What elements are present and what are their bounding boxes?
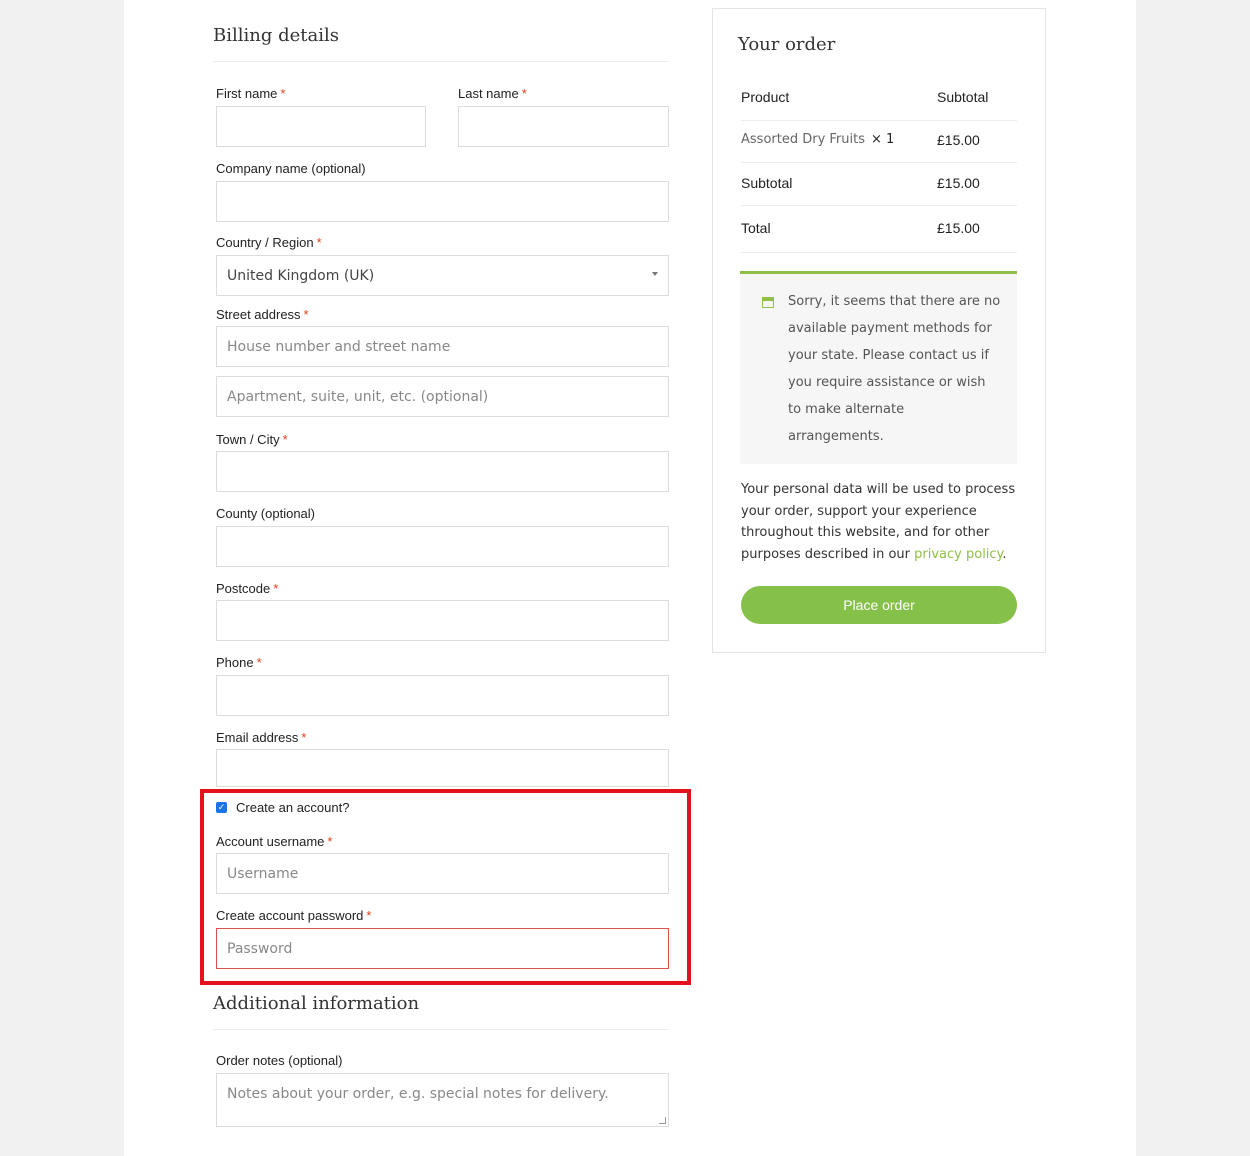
email-label: Email address * <box>216 730 307 745</box>
street-label: Street address * <box>216 307 309 322</box>
subtotal-value: £15.00 <box>937 175 980 191</box>
county-field[interactable] <box>216 526 669 567</box>
subtotal-label: Subtotal <box>741 175 793 191</box>
resize-handle-icon[interactable] <box>659 1117 666 1124</box>
county-label: County (optional) <box>216 506 315 521</box>
place-order-button[interactable]: Place order <box>741 586 1017 624</box>
first-name-label: First name * <box>216 86 286 101</box>
column-header-subtotal: Subtotal <box>937 89 989 105</box>
company-field[interactable] <box>216 181 669 222</box>
payment-notice-text: Sorry, it seems that there are no availa… <box>788 294 1001 444</box>
billing-divider <box>213 61 669 62</box>
required-mark: * <box>273 581 279 596</box>
table-divider <box>741 205 1017 206</box>
street2-placeholder: Apartment, suite, unit, etc. (optional) <box>227 388 489 405</box>
email-field[interactable] <box>216 749 669 787</box>
required-mark: * <box>282 432 288 447</box>
order-notes-label: Order notes (optional) <box>216 1053 343 1068</box>
country-value: United Kingdom (UK) <box>227 267 375 284</box>
required-mark: * <box>303 307 309 322</box>
street-placeholder: House number and street name <box>227 338 451 355</box>
table-divider <box>741 252 1017 253</box>
order-notes-field[interactable]: Notes about your order, e.g. special not… <box>216 1073 669 1127</box>
table-divider <box>741 162 1017 163</box>
required-mark: * <box>301 730 307 745</box>
street-address-field[interactable]: House number and street name <box>216 326 669 367</box>
required-mark: * <box>521 86 527 101</box>
privacy-text: Your personal data will be used to proce… <box>741 482 1016 563</box>
required-mark: * <box>280 86 286 101</box>
order-notes-placeholder: Notes about your order, e.g. special not… <box>227 1086 609 1102</box>
order-item-price: £15.00 <box>937 132 980 148</box>
postcode-label: Postcode * <box>216 581 279 596</box>
postcode-field[interactable] <box>216 600 669 641</box>
required-mark: * <box>256 655 262 670</box>
billing-title: Billing details <box>213 25 339 46</box>
privacy-policy-link[interactable]: privacy policy <box>914 547 1002 562</box>
highlight-box <box>200 789 691 985</box>
order-title: Your order <box>738 34 836 55</box>
total-value: £15.00 <box>937 220 980 236</box>
phone-label: Phone * <box>216 655 262 670</box>
last-name-field[interactable] <box>458 106 669 147</box>
table-divider <box>741 120 1017 121</box>
order-item-qty: × 1 <box>871 132 895 147</box>
last-name-label: Last name * <box>458 86 527 101</box>
dropdown-arrow-icon <box>652 272 658 276</box>
notice-icon <box>762 297 774 308</box>
required-mark: * <box>316 235 322 250</box>
city-label: Town / City * <box>216 432 288 447</box>
first-name-field[interactable] <box>216 106 426 147</box>
total-label: Total <box>741 220 771 236</box>
country-label: Country / Region * <box>216 235 322 250</box>
company-label: Company name (optional) <box>216 161 366 176</box>
column-header-product: Product <box>741 89 790 105</box>
city-field[interactable] <box>216 451 669 492</box>
additional-title: Additional information <box>213 993 420 1014</box>
additional-divider <box>213 1029 669 1030</box>
order-item-name: Assorted Dry Fruits × 1 <box>741 132 895 147</box>
phone-field[interactable] <box>216 675 669 716</box>
payment-notice: Sorry, it seems that there are no availa… <box>740 271 1017 464</box>
street-address-2-field[interactable]: Apartment, suite, unit, etc. (optional) <box>216 376 669 417</box>
country-select[interactable]: United Kingdom (UK) <box>216 255 669 296</box>
